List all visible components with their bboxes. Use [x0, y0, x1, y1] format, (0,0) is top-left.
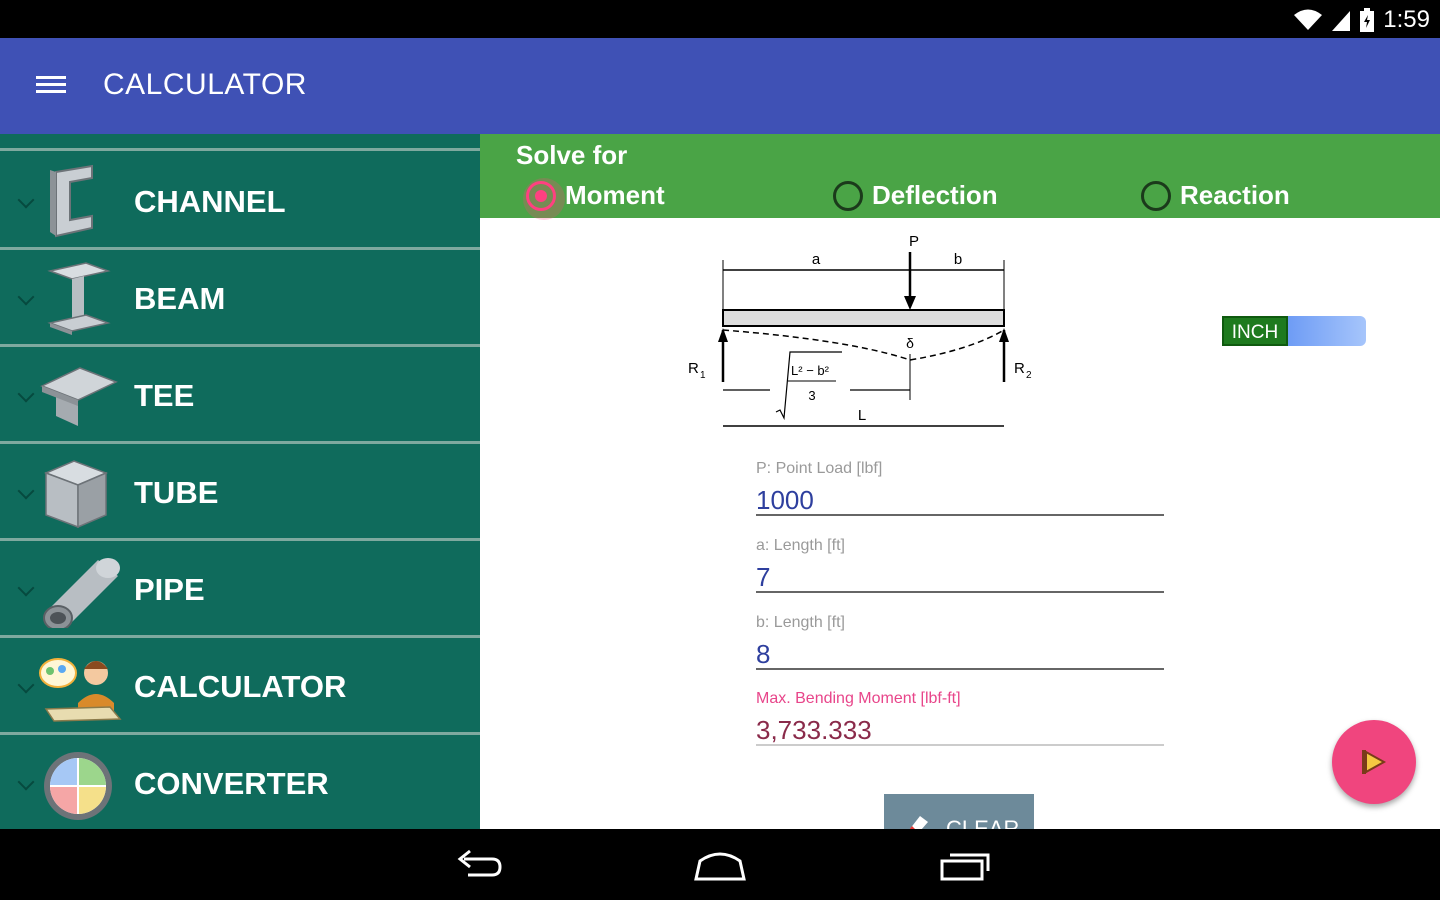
- home-icon[interactable]: [690, 845, 750, 885]
- battery-icon: [1360, 8, 1375, 32]
- signal-icon: [1332, 11, 1351, 31]
- sidebar-item-tube[interactable]: TUBE: [0, 445, 480, 541]
- diagram-formula-numerator: L² − b²: [791, 363, 830, 378]
- tube-icon: [43, 460, 109, 529]
- diagram-label-b: b: [954, 251, 962, 268]
- unit-toggle-track: [1288, 316, 1366, 346]
- eraser-icon: [909, 816, 928, 829]
- recents-icon[interactable]: [934, 845, 994, 885]
- chevron-down-icon: [17, 579, 35, 597]
- sidebar-item-converter[interactable]: CONVERTER: [0, 736, 480, 829]
- sidebar-item-label: TUBE: [134, 475, 219, 510]
- status-time: 1:59: [1383, 6, 1430, 33]
- sidebar: CHANNEL BEAM TEE TUBE PIPE CALCULATOR CO…: [0, 134, 480, 829]
- radio-unselected-icon: [1141, 180, 1171, 211]
- chevron-down-icon: [17, 191, 35, 209]
- beam-diagram: a b P δ R 1 R 2 L² − b² 3 L: [688, 233, 1032, 427]
- radio-label: Deflection: [872, 180, 998, 210]
- sidebar-item-pipe[interactable]: PIPE: [0, 542, 480, 638]
- unit-toggle-label: INCH: [1222, 316, 1288, 346]
- solve-for-panel: Solve for Moment Deflection Reaction: [480, 134, 1440, 220]
- navigation-bar: [0, 829, 1440, 900]
- length-b-field[interactable]: b: Length [ft] 8: [756, 614, 1164, 670]
- chevron-down-icon: [17, 385, 35, 403]
- diagram-label-r2-sub: 2: [1026, 370, 1032, 381]
- app-bar: CALCULATOR: [0, 38, 1440, 134]
- sidebar-item-channel[interactable]: CHANNEL: [0, 154, 480, 250]
- radio-selected-icon: [523, 177, 565, 220]
- converter-globe-icon: [44, 752, 112, 820]
- share-fab[interactable]: [1332, 720, 1416, 804]
- diagram-label-r2: R: [1014, 360, 1025, 377]
- diagram-label-r1: R: [688, 360, 699, 377]
- radio-label: Reaction: [1180, 180, 1290, 210]
- radio-reaction[interactable]: Reaction: [1141, 180, 1290, 211]
- sidebar-item-label: TEE: [134, 378, 195, 413]
- screen: 1:59 CALCULATOR CHANNEL BEAM TEE TUBE PI…: [0, 0, 1440, 900]
- field-label: b: Length [ft]: [756, 614, 845, 631]
- result-value: 3,733.333: [756, 714, 1164, 746]
- clear-button-label: CLEAR: [946, 816, 1020, 829]
- solve-for-title: Solve for: [516, 140, 628, 170]
- clear-button[interactable]: CLEAR: [884, 794, 1034, 829]
- chevron-down-icon: [17, 773, 35, 791]
- radio-unselected-icon: [833, 180, 863, 211]
- tee-icon: [40, 367, 118, 426]
- app-title: CALCULATOR: [103, 68, 307, 101]
- field-label: a: Length [ft]: [756, 537, 845, 554]
- sidebar-item-label: BEAM: [134, 281, 226, 316]
- channel-icon: [50, 164, 93, 238]
- chevron-down-icon: [17, 676, 35, 694]
- diagram-label-p: P: [909, 233, 919, 250]
- wifi-icon: [1294, 9, 1323, 30]
- back-icon[interactable]: [448, 845, 508, 885]
- sidebar-item-label: PIPE: [134, 572, 205, 607]
- result-label: Max. Bending Moment [lbf-ft]: [756, 690, 961, 707]
- radio-deflection[interactable]: Deflection: [833, 180, 998, 211]
- point-load-input[interactable]: 1000: [756, 484, 1164, 516]
- sidebar-item-label: CALCULATOR: [134, 669, 347, 704]
- pipe-icon: [43, 558, 120, 628]
- length-a-input[interactable]: 7: [756, 561, 1164, 593]
- share-icon: [1362, 750, 1387, 774]
- calculator-person-icon: [39, 658, 122, 722]
- result-field: Max. Bending Moment [lbf-ft] 3,733.333: [756, 690, 1164, 746]
- sidebar-item-label: CONVERTER: [134, 766, 329, 801]
- sidebar-item-tee[interactable]: TEE: [0, 348, 480, 444]
- sidebar-item-calculator[interactable]: CALCULATOR: [0, 639, 480, 735]
- length-b-input[interactable]: 8: [756, 638, 1164, 670]
- unit-toggle[interactable]: INCH: [1222, 316, 1366, 346]
- length-a-field[interactable]: a: Length [ft] 7: [756, 537, 1164, 593]
- calculator-content: Solve for Moment Deflection Reaction a b…: [480, 134, 1440, 829]
- beam-icon: [47, 262, 111, 335]
- diagram-label-l: L: [858, 407, 866, 424]
- chevron-down-icon: [17, 482, 35, 500]
- sidebar-top-divider: [0, 134, 480, 151]
- point-load-field[interactable]: P: Point Load [lbf] 1000: [756, 460, 1164, 516]
- radio-label: Moment: [565, 180, 665, 210]
- radio-moment[interactable]: Moment: [523, 177, 665, 220]
- sidebar-item-label: CHANNEL: [134, 184, 286, 219]
- diagram-label-a: a: [812, 251, 821, 268]
- sidebar-item-beam[interactable]: BEAM: [0, 251, 480, 347]
- chevron-down-icon: [17, 288, 35, 306]
- status-bar: 1:59: [0, 0, 1440, 38]
- diagram-label-delta: δ: [906, 335, 914, 351]
- diagram-formula-denominator: 3: [808, 388, 815, 403]
- diagram-label-r1-sub: 1: [700, 370, 706, 381]
- hamburger-menu-icon[interactable]: [36, 72, 76, 102]
- field-label: P: Point Load [lbf]: [756, 460, 883, 477]
